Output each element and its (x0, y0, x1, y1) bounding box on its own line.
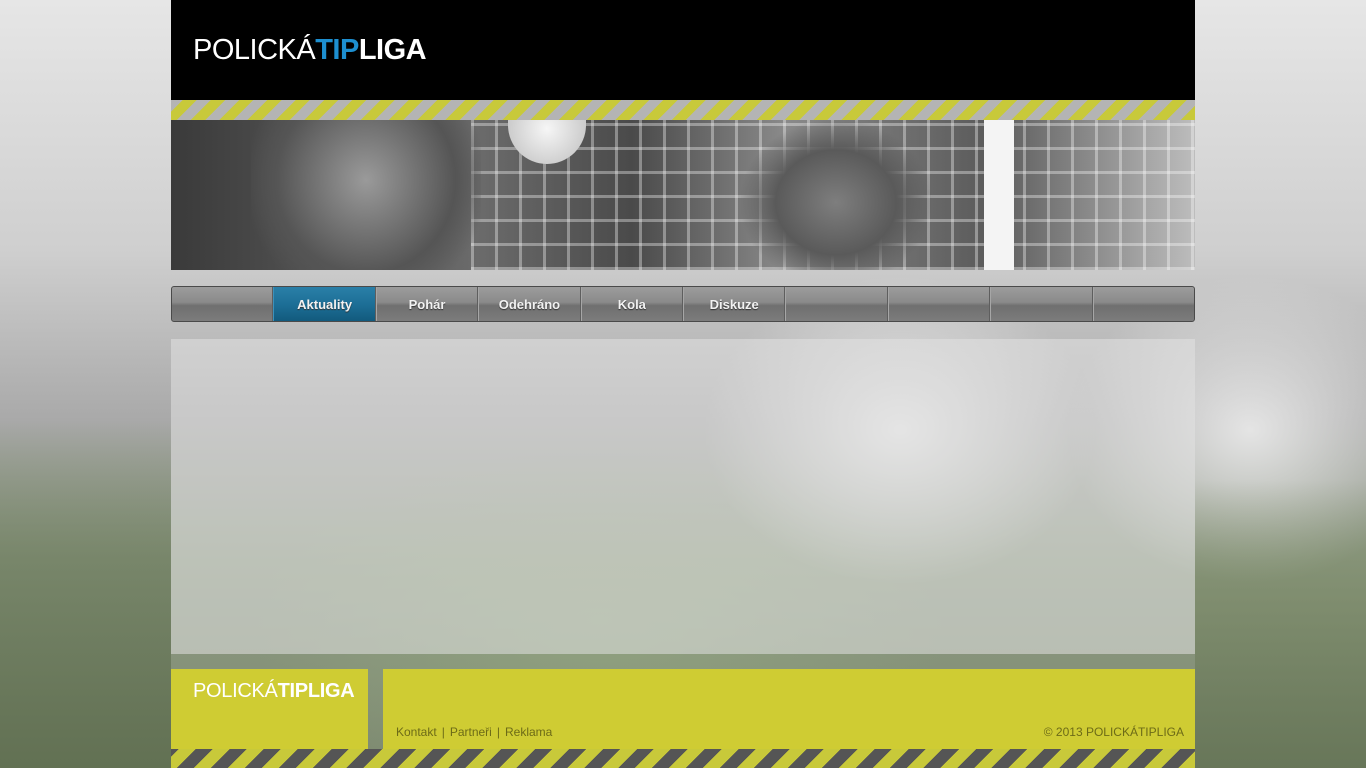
nav-item-kola[interactable]: Kola (580, 287, 684, 321)
logo-text-tip: TIP (315, 34, 359, 66)
footer-link-separator: | (441, 725, 445, 739)
copyright-text: © 2013 POLICKÁTIPLIGA (1043, 725, 1184, 739)
background-grass-left (0, 420, 171, 768)
goalkeeper-graphic (741, 120, 931, 270)
footer-link-reklama[interactable]: Reklama (505, 725, 552, 739)
hazard-stripe-bottom (171, 749, 1195, 768)
hazard-stripe-top (171, 100, 1195, 120)
footer: Kontakt | Partneři | Reklama © 2013 POLICKÁT… (383, 669, 1195, 749)
site-logo[interactable]: POLICKÁTIPLIGA (193, 34, 427, 66)
nav-item-empty-1 (785, 287, 888, 321)
footer-logo-text-policka: POLICKÁ (193, 680, 278, 702)
footer-logo-text-tipliga: TIPLIGA (277, 680, 355, 702)
nav-item-empty-3 (990, 287, 1093, 321)
main-content-area (171, 339, 1195, 654)
player-graphic (251, 120, 481, 270)
goal-post-graphic (984, 120, 1014, 270)
logo-text-liga: LIGA (358, 34, 427, 66)
footer-link-kontakt[interactable]: Kontakt (396, 725, 437, 739)
site-header: POLICKÁTIPLIGA (171, 0, 1195, 100)
nav-item-diskuze[interactable]: Diskuze (683, 287, 786, 321)
nav-item-odehrano[interactable]: Odehráno (478, 287, 581, 321)
nav-item-empty-2 (887, 287, 991, 321)
main-navigation: Aktuality Pohár Odehráno Kola Diskuze (171, 286, 1195, 322)
footer-link-partneri[interactable]: Partneři (450, 725, 492, 739)
footer-links: Kontakt | Partneři | Reklama (396, 725, 552, 739)
nav-spacer (172, 287, 274, 321)
footer-logo[interactable]: POLICKÁTIPLIGA (193, 680, 355, 702)
nav-item-empty-4 (1092, 287, 1194, 321)
nav-item-pohar[interactable]: Pohár (375, 287, 479, 321)
nav-item-aktuality[interactable]: Aktuality (273, 287, 376, 321)
footer-link-separator: | (496, 725, 500, 739)
header-banner-image (171, 120, 1195, 270)
footer-logo-box: POLICKÁTIPLIGA (171, 669, 368, 749)
background-grass-right (1195, 480, 1366, 768)
logo-text-policka: POLICKÁ (193, 34, 316, 66)
